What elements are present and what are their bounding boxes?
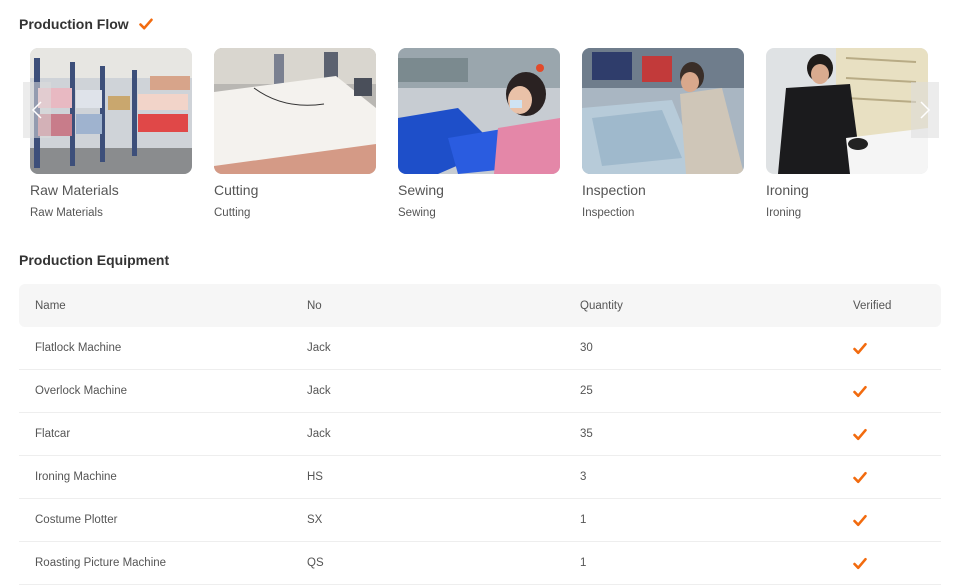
flow-step-sub: Raw Materials bbox=[30, 207, 103, 219]
cell-name: Overlock Machine bbox=[35, 385, 128, 397]
cell-verified bbox=[853, 427, 867, 441]
flow-step-name: Ironing bbox=[766, 182, 809, 198]
flow-step-sub: Inspection bbox=[582, 207, 635, 219]
column-header-verified: Verified bbox=[853, 299, 892, 312]
inspection-worker-photo bbox=[582, 48, 744, 174]
chevron-left-icon bbox=[31, 101, 42, 119]
cell-quantity: 25 bbox=[580, 385, 593, 397]
table-row: Roasting Picture Machine QS 1 bbox=[19, 542, 941, 585]
cell-name: Costume Plotter bbox=[35, 514, 118, 526]
column-header-quantity: Quantity bbox=[580, 299, 623, 312]
cell-no: QS bbox=[307, 557, 324, 569]
production-equipment-title: Production Equipment bbox=[19, 252, 170, 268]
cell-no: SX bbox=[307, 514, 323, 526]
cell-quantity: 3 bbox=[580, 471, 587, 483]
table-header: Name No Quantity Verified bbox=[19, 284, 941, 327]
cell-verified bbox=[853, 513, 867, 527]
cell-no: Jack bbox=[307, 385, 331, 397]
table-row: Flatlock Machine Jack 30 bbox=[19, 327, 941, 370]
column-header-no: No bbox=[307, 299, 322, 312]
checkmark-icon bbox=[853, 342, 867, 355]
flow-step-sub: Cutting bbox=[214, 207, 251, 219]
flow-step-card[interactable]: Raw Materials Raw Materials bbox=[30, 48, 192, 219]
cutting-table-photo bbox=[214, 48, 376, 174]
cell-no: HS bbox=[307, 471, 323, 483]
table-row: Costume Plotter SX 1 bbox=[19, 499, 941, 542]
flow-step-card[interactable]: Ironing Ironing bbox=[766, 48, 928, 219]
flow-step-name: Inspection bbox=[582, 182, 646, 198]
cell-name: Flatlock Machine bbox=[35, 342, 122, 354]
warehouse-shelves-photo bbox=[30, 48, 192, 174]
column-header-name: Name bbox=[35, 299, 66, 312]
checkmark-icon bbox=[853, 557, 867, 570]
cell-quantity: 1 bbox=[580, 557, 587, 569]
cell-no: Jack bbox=[307, 428, 331, 440]
flow-step-sub: Sewing bbox=[398, 207, 436, 219]
table-row: Ironing Machine HS 3 bbox=[19, 456, 941, 499]
chevron-right-icon bbox=[920, 101, 931, 119]
flow-step-name: Raw Materials bbox=[30, 182, 119, 198]
cell-verified bbox=[853, 470, 867, 484]
checkmark-icon bbox=[853, 514, 867, 527]
production-flow-carousel: Raw Materials Raw Materials Cutting Cutt… bbox=[0, 48, 953, 228]
cell-name: Ironing Machine bbox=[35, 471, 117, 483]
production-flow-title-text: Production Flow bbox=[19, 16, 129, 32]
cell-name: Roasting Picture Machine bbox=[35, 557, 167, 569]
carousel-prev-button[interactable] bbox=[23, 82, 51, 138]
cell-name: Flatcar bbox=[35, 428, 71, 440]
table-row: Flatcar Jack 35 bbox=[19, 413, 941, 456]
cell-verified bbox=[853, 341, 867, 355]
equipment-table: Name No Quantity Verified Flatlock Machi… bbox=[19, 284, 941, 585]
cell-no: Jack bbox=[307, 342, 331, 354]
flow-step-card[interactable]: Cutting Cutting bbox=[214, 48, 376, 219]
checkmark-icon bbox=[853, 385, 867, 398]
checkmark-icon bbox=[853, 471, 867, 484]
flow-step-card[interactable]: Inspection Inspection bbox=[582, 48, 744, 219]
cell-quantity: 35 bbox=[580, 428, 593, 440]
checkmark-icon bbox=[138, 18, 153, 30]
production-flow-title: Production Flow bbox=[19, 16, 153, 32]
cell-verified bbox=[853, 384, 867, 398]
sewing-worker-photo bbox=[398, 48, 560, 174]
carousel-next-button[interactable] bbox=[911, 82, 939, 138]
flow-step-name: Cutting bbox=[214, 182, 259, 198]
cell-quantity: 30 bbox=[580, 342, 593, 354]
flow-step-name: Sewing bbox=[398, 182, 444, 198]
cell-quantity: 1 bbox=[580, 514, 587, 526]
checkmark-icon bbox=[853, 428, 867, 441]
flow-step-sub: Ironing bbox=[766, 207, 802, 219]
flow-step-card[interactable]: Sewing Sewing bbox=[398, 48, 560, 219]
cell-verified bbox=[853, 556, 867, 570]
table-row: Overlock Machine Jack 25 bbox=[19, 370, 941, 413]
ironing-worker-photo bbox=[766, 48, 928, 174]
